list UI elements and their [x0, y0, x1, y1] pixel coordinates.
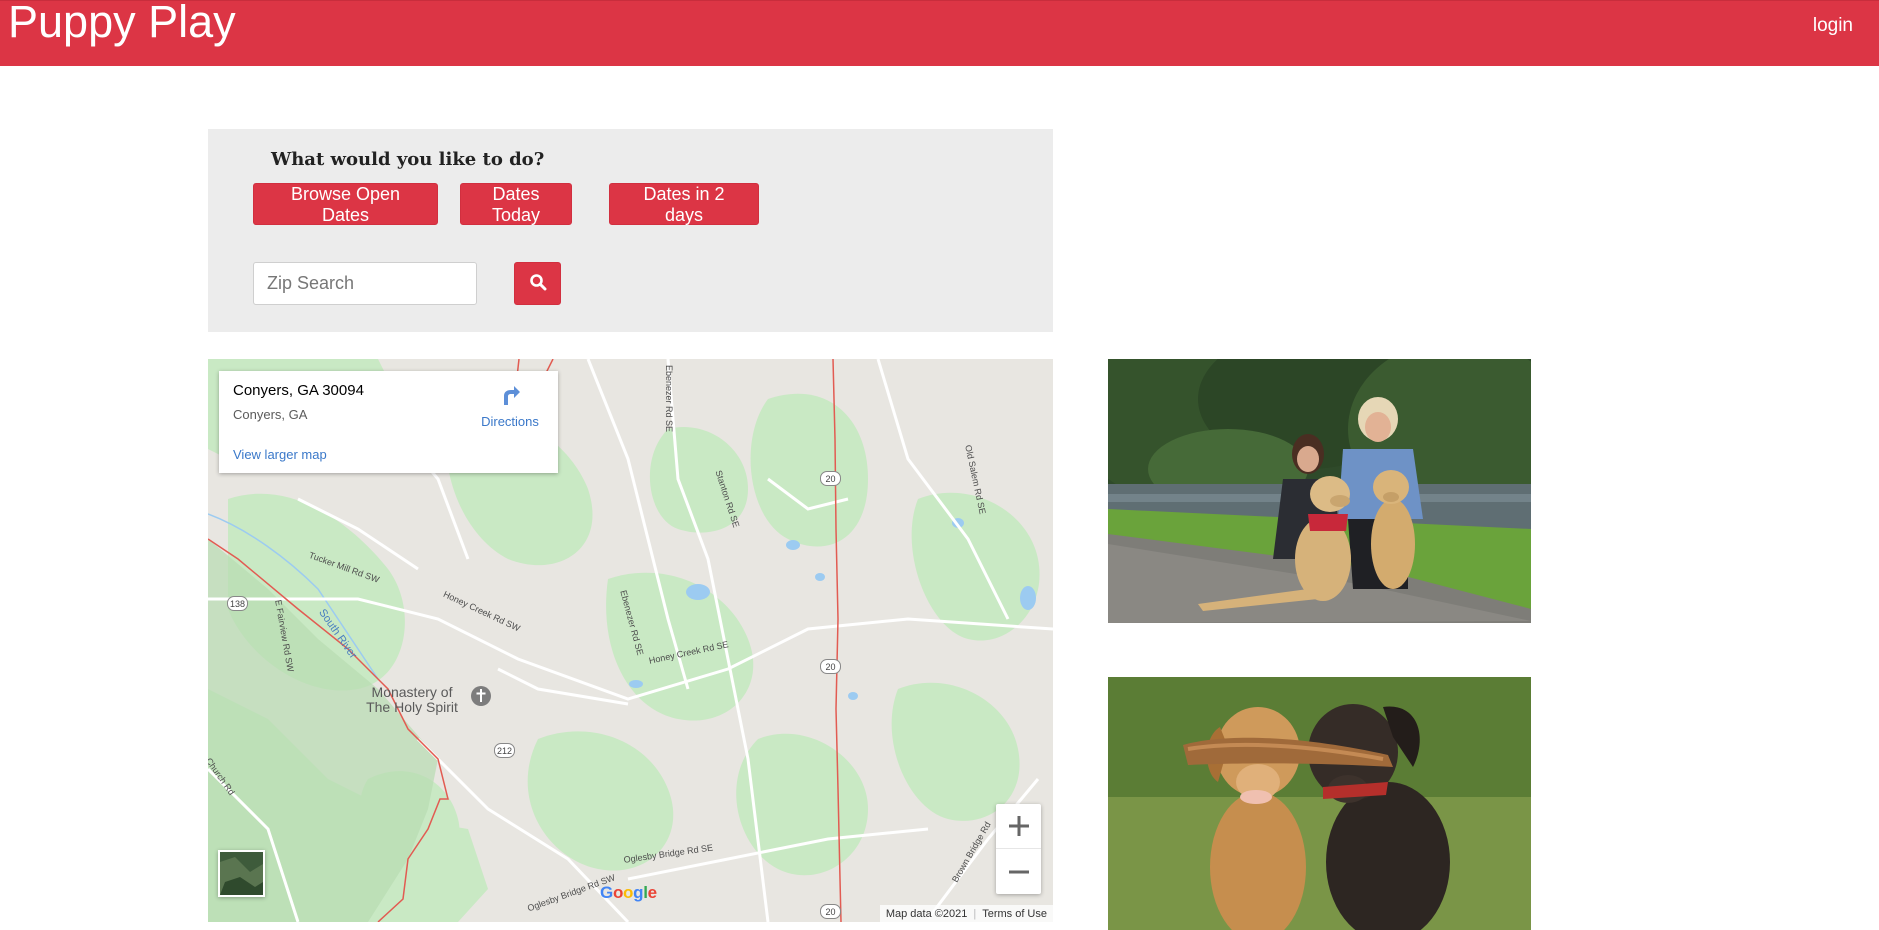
- divider: |: [973, 907, 977, 920]
- terms-link[interactable]: Terms of Use: [982, 908, 1047, 920]
- dogs-with-stick-image: [1108, 677, 1531, 930]
- dogs-with-owners-image: [1108, 359, 1531, 623]
- search-panel: What would you like to do? Browse Open D…: [208, 129, 1053, 332]
- search-button[interactable]: [514, 262, 561, 305]
- zoom-controls: [996, 804, 1041, 894]
- view-larger-map-link[interactable]: View larger map: [233, 447, 327, 462]
- zoom-out-button[interactable]: [996, 849, 1041, 894]
- photo-dogs-with-stick: [1108, 677, 1531, 930]
- navbar: Puppy Play login: [0, 0, 1879, 66]
- map-attribution: Map data ©2021 | Terms of Use: [879, 905, 1053, 922]
- road-label: Ebenezer Rd SE: [664, 365, 674, 433]
- route-shield: 20: [820, 904, 841, 919]
- route-shield: 138: [227, 596, 248, 611]
- photo-dogs-with-owners: [1108, 359, 1531, 623]
- plus-icon: [1008, 816, 1029, 836]
- map-embed[interactable]: 138 20 20 20 212 Tucker Mill Rd SW Honey…: [208, 359, 1053, 922]
- route-shield: 20: [820, 659, 841, 674]
- church-pin-icon: [471, 686, 491, 706]
- route-shield: 212: [494, 743, 515, 758]
- zoom-in-button[interactable]: [996, 804, 1041, 849]
- zip-search-input[interactable]: [253, 262, 477, 305]
- dates-today-button[interactable]: Dates Today: [460, 183, 572, 225]
- google-logo: Google: [600, 883, 657, 902]
- browse-open-dates-button[interactable]: Browse Open Dates: [253, 183, 438, 225]
- search-icon: [529, 274, 546, 291]
- login-link[interactable]: login: [1813, 15, 1853, 37]
- satellite-toggle[interactable]: [218, 850, 265, 897]
- place-name: Conyers, GA 30094: [233, 382, 364, 399]
- panel-title: What would you like to do?: [271, 149, 545, 170]
- minus-icon: [1008, 870, 1029, 873]
- directions-button[interactable]: Directions: [475, 383, 545, 429]
- poi-label[interactable]: Monastery of The Holy Spirit: [360, 685, 464, 715]
- map-data-label: Map data ©2021: [885, 907, 968, 920]
- directions-icon: [504, 386, 520, 405]
- directions-label: Directions: [481, 414, 539, 429]
- map-place-card: Conyers, GA 30094 Conyers, GA View large…: [219, 371, 558, 473]
- route-shield: 20: [820, 471, 841, 486]
- brand-logo[interactable]: Puppy Play: [8, 0, 236, 47]
- place-address: Conyers, GA: [233, 407, 308, 422]
- dates-in-2-days-button[interactable]: Dates in 2 days: [609, 183, 759, 225]
- satellite-thumbnail: [220, 852, 263, 895]
